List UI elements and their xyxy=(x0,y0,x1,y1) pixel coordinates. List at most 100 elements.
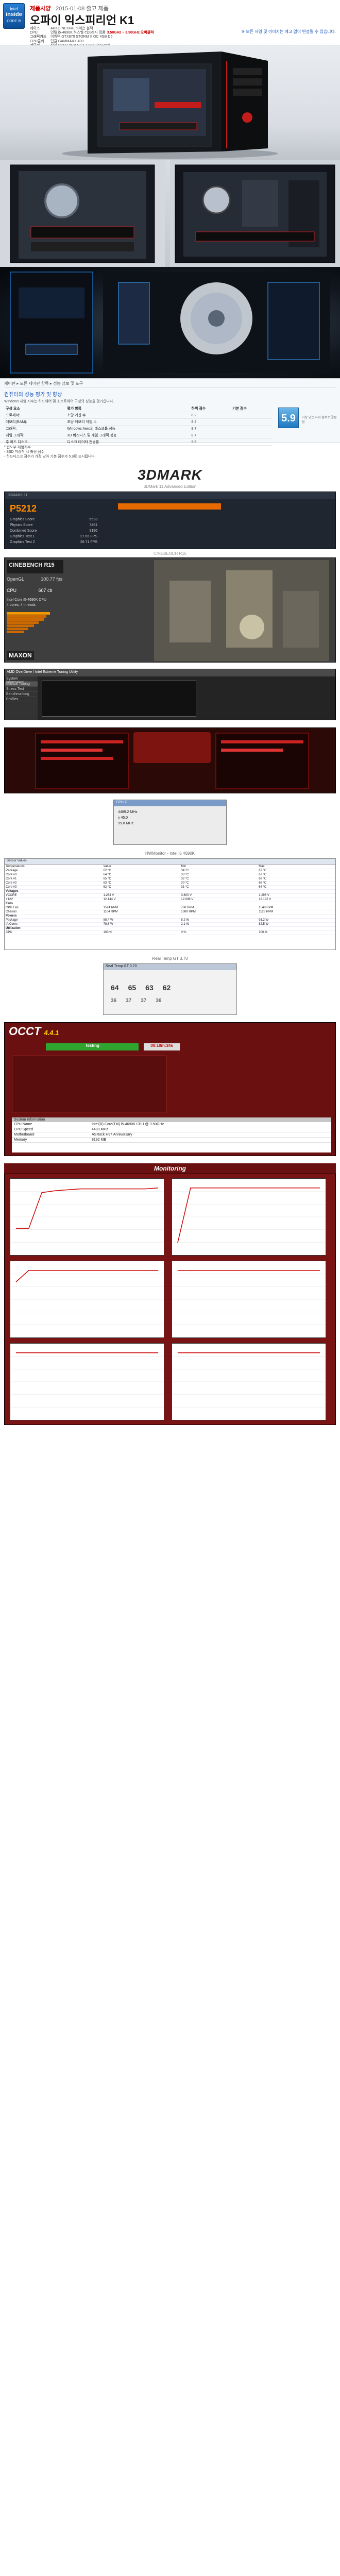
table-row: Motherboard ASRock H97 Anniversary xyxy=(12,1132,331,1138)
table-cell: Voltages xyxy=(5,889,103,894)
table-cell: 64 °C xyxy=(102,873,180,877)
core-temp: 64 xyxy=(111,984,119,992)
spec-value: 이엠텍 GTX970 STORM X OC 4GB D5 xyxy=(50,35,159,39)
tuning-menu-item[interactable]: Stress Test xyxy=(5,687,38,692)
table-cell: 100 % xyxy=(102,930,180,935)
cpuz-bus: 99.8 MHz xyxy=(118,822,133,825)
3dmark-row: Graphics Test 1 27.65 FPS xyxy=(10,535,97,538)
hwmonitor-window: Sensor Values Temperatures Value Min Max Pac… xyxy=(4,858,336,950)
table-row: Utilization xyxy=(5,926,335,931)
table-cell: Powers xyxy=(5,914,103,919)
occt-window: OCCT 4.4.1 Testing 00:10m:34s System Inf… xyxy=(4,1022,336,1156)
3dmark-row-label: Physics Score xyxy=(10,523,33,527)
table-cell: 0.800 V xyxy=(180,893,258,898)
occt-logo-text: OCCT xyxy=(9,1025,41,1038)
table-row: Core #0 64 °C 33 °C 67 °C xyxy=(5,873,335,877)
cpuz-window: CPU-Z 4489.2 MHz x 45.0 99.8 MHz xyxy=(113,800,227,845)
table-row: Core #1 65 °C 32 °C 68 °C xyxy=(5,877,335,882)
table-cell: 64 °C xyxy=(258,885,335,890)
core-temp: 36 xyxy=(111,998,117,1004)
3dmark-row-value: 5523 xyxy=(89,518,97,521)
table-cell: 4489 MHz xyxy=(90,1127,331,1132)
ranking-bar xyxy=(7,624,34,627)
table-cell: Package xyxy=(5,869,103,873)
monitor-graph-svg xyxy=(11,1352,163,1408)
table-cell: 62 °C xyxy=(102,869,180,873)
wex-row: 주 하드 디스크: 디스크 데이터 전송률 5.9 xyxy=(4,438,272,446)
spec-value: ABKO NCORE 바이슨 블랙 xyxy=(50,27,159,31)
table-cell xyxy=(102,889,180,894)
table-row: Core #3 62 °C 31 °C 64 °C xyxy=(5,885,335,890)
breadcrumb[interactable]: 제어판 ▸ 모든 제어판 항목 ▸ 성능 정보 및 도구 xyxy=(4,381,336,388)
table-cell: 67 °C xyxy=(258,873,335,877)
table-row: CPU 100 % 0 % 100 % xyxy=(5,930,335,935)
tuning-menu-item[interactable]: System Information xyxy=(5,676,38,684)
cpuz-multiplier: x 45.0 xyxy=(118,816,128,820)
table-row: CPU Speed 4489 MHz xyxy=(12,1127,331,1132)
table-cell: 12.144 V xyxy=(102,897,180,902)
table-cell: 12.192 V xyxy=(258,897,335,902)
table-row: Powers xyxy=(5,914,335,919)
ranking-bar xyxy=(7,612,50,615)
core-temp: 63 xyxy=(145,984,154,992)
tuning-menu-item[interactable]: Benchmarking xyxy=(5,692,38,697)
table-cell: 2.1 W xyxy=(180,922,258,927)
wex-cell: 디스크 데이터 전송률 xyxy=(65,438,190,446)
monitor-graph xyxy=(10,1343,164,1420)
table-cell: 82.5 W xyxy=(258,922,335,927)
core-temp: 65 xyxy=(128,984,137,992)
3dmark-row: Physics Score 7461 xyxy=(10,523,97,527)
hwmonitor-table: Temperatures Value Min Max Package 62 °C 34 °C… xyxy=(5,865,335,935)
wex-cell: 3D 비즈니스 및 게임 그래픽 성능 xyxy=(65,432,190,439)
core-temp: 36 xyxy=(156,998,162,1004)
bios-illustration xyxy=(5,728,335,793)
table-cell: 88.4 W xyxy=(102,918,180,923)
table-cell xyxy=(258,914,335,919)
table-cell: 79.6 W xyxy=(102,922,180,927)
realtemp-window: Real Temp GT 3.70 64 65 63 62 36 37 37 36 xyxy=(103,963,237,1015)
table-cell xyxy=(102,926,180,931)
table-cell: Intel(R) Core(TM) i5-4690K CPU @ 3.50GHz xyxy=(90,1122,331,1127)
ranking-bar xyxy=(7,618,44,621)
badge-brand-text: CORE i5 xyxy=(7,20,21,23)
tuning-panel xyxy=(42,681,196,717)
table-cell: CPU Name xyxy=(12,1122,90,1127)
wex-cell: 8.7 xyxy=(190,432,231,439)
table-cell: Fans xyxy=(5,902,103,906)
ranking-bar xyxy=(7,631,24,633)
table-cell xyxy=(102,902,180,906)
table-cell: +12V xyxy=(5,897,103,902)
table-cell: 34 °C xyxy=(180,869,258,873)
hwmonitor-tab[interactable]: Sensor Values xyxy=(5,859,335,865)
wex-cell xyxy=(231,412,272,419)
hwmonitor-caption: HWMonitor - Intel i5 4690K xyxy=(145,851,195,856)
table-cell: Max xyxy=(258,865,335,869)
render-preview xyxy=(154,560,329,661)
spec-key: 그래픽카드 xyxy=(30,35,47,39)
wex-col-component: 구성 요소 xyxy=(4,405,66,412)
product-header: intel inside CORE i5 제품사양 2015-01-08 출고 … xyxy=(0,0,340,64)
3dmark-row-label: Graphics Test 1 xyxy=(10,535,35,538)
wex-cell: 8.2 xyxy=(190,418,231,426)
tuning-menu-item[interactable]: Profiles xyxy=(5,697,38,702)
processor-cores: 4 cores, 4 threads xyxy=(7,603,36,607)
note-line: - SSD 미장착 시 측정 점수 xyxy=(4,450,44,454)
3dmark-row-value: 26.71 FPS xyxy=(80,540,97,544)
wex-cell xyxy=(231,418,272,426)
table-cell: 65 °C xyxy=(102,877,180,882)
table-cell: Package xyxy=(5,918,103,923)
spec-value-text: 인텔 i5-4690K 하스웰 리프레시 정품 xyxy=(50,31,106,35)
core-temp: 37 xyxy=(126,998,132,1004)
table-row: Voltages xyxy=(5,889,335,894)
3dmark-result-bar xyxy=(118,503,221,510)
monitor-graph xyxy=(10,1261,164,1338)
note-line: - 하드디스크 점수가 가장 낮아 기본 점수가 5.9로 표시됩니다. xyxy=(4,455,96,459)
table-cell xyxy=(258,926,335,931)
tuning-menu-item[interactable]: Manual Tuning xyxy=(5,682,38,687)
occt-version: 4.4.1 xyxy=(44,1029,59,1037)
table-row: Fans xyxy=(5,902,335,906)
wex-cell: 프로세서: xyxy=(4,412,66,419)
processor-name: Intel Core i5-4690K CPU xyxy=(7,598,47,602)
table-cell: 768 RPM xyxy=(180,906,258,910)
table-cell: 66 °C xyxy=(258,881,335,886)
